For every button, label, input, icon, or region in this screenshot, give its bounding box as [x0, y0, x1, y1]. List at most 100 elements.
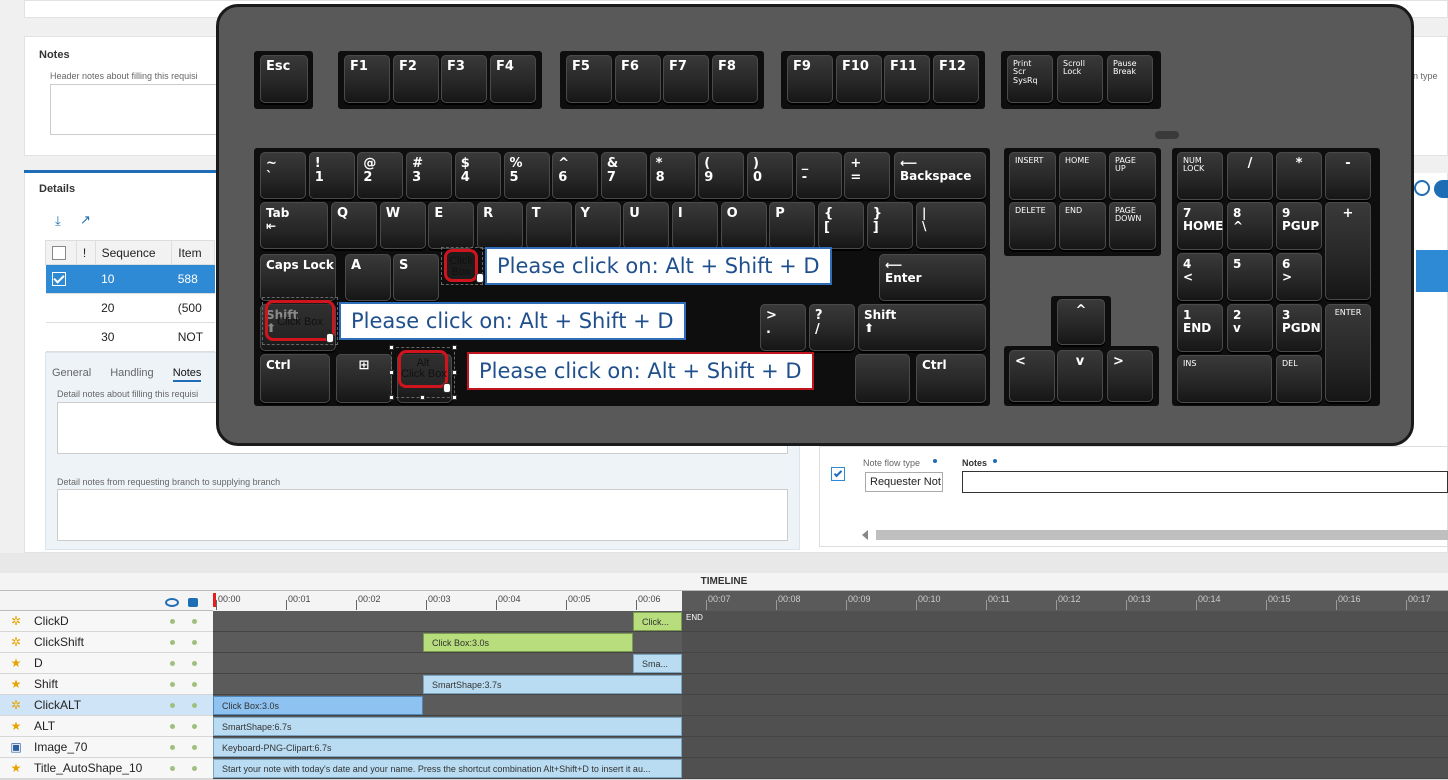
letter-key: U — [623, 202, 670, 249]
header-notes-textarea[interactable] — [50, 84, 220, 135]
selected-row-continuation — [1416, 250, 1448, 292]
eye-icon[interactable] — [165, 598, 179, 607]
layer-row-title_autoshape_10[interactable]: ★ Title_AutoShape_10 — [0, 758, 213, 779]
select-all-checkbox[interactable] — [52, 245, 66, 260]
ruler-tick-label: 00:06 — [638, 594, 661, 604]
caption-alt[interactable]: Please click on: Alt + Shift + D — [467, 352, 814, 390]
filter-icon[interactable] — [1414, 180, 1430, 196]
visibility-toggle[interactable] — [170, 766, 175, 771]
number-row-key: ) 0 — [747, 152, 793, 199]
export-icon[interactable]: ⤓ — [55, 214, 69, 228]
mouse-icon — [443, 383, 451, 393]
layer-name: D — [34, 656, 43, 670]
timeline-gap — [0, 553, 1448, 573]
lock-toggle[interactable] — [192, 682, 197, 687]
table-row[interactable]: 10 588 — [45, 264, 215, 294]
sequence-header[interactable]: Sequence — [94, 240, 173, 265]
detail-notes-branch-textarea[interactable] — [57, 489, 788, 541]
number-row-key: # 3 — [406, 152, 453, 199]
open-link-icon[interactable]: ↗ — [80, 213, 94, 227]
required-dot — [933, 459, 937, 463]
letter-key: I — [671, 202, 718, 249]
tab-notes[interactable]: Notes — [172, 367, 202, 382]
end-marker-label: END — [686, 613, 703, 622]
layer-row-clickshift[interactable]: ✲ ClickShift — [0, 632, 213, 653]
letter-key: P — [769, 202, 816, 249]
lock-toggle[interactable] — [192, 766, 197, 771]
numpad-del-key: DEL — [1276, 355, 1322, 403]
timeline-bar[interactable]: Start your note with today's date and yo… — [213, 759, 682, 778]
lock-toggle[interactable] — [192, 619, 197, 624]
click-box-d[interactable]: Click Box — [444, 249, 478, 282]
numpad-5-key: 5 — [1227, 253, 1273, 301]
timeline-bar[interactable]: Keyboard-PNG-Clipart:6.7s — [213, 738, 682, 757]
timeline-bar[interactable]: Click Box:3.0s — [423, 633, 633, 652]
number-row-key: $ 4 — [454, 152, 501, 199]
caption-d[interactable]: Please click on: Alt + Shift + D — [485, 247, 832, 285]
layer-row-clickd[interactable]: ✲ ClickD — [0, 611, 213, 632]
visibility-toggle[interactable] — [170, 724, 175, 729]
lock-toggle[interactable] — [192, 640, 197, 645]
f5-key: F5 — [566, 55, 612, 103]
captivate-stage: Notes Header notes about filling this re… — [0, 0, 1448, 780]
notes-field[interactable] — [962, 471, 1448, 493]
menu-key — [855, 354, 910, 403]
detail-notes-branch-hint: Detail notes from requesting branch to s… — [57, 477, 281, 487]
timeline-bar[interactable]: Sma... — [633, 654, 682, 673]
ruler-tick-label: 00:00 — [218, 594, 241, 604]
visibility-toggle[interactable] — [170, 640, 175, 645]
table-row[interactable]: 20 (500 — [45, 293, 215, 323]
layer-name: ALT — [34, 719, 56, 733]
caption-shift[interactable]: Please click on: Alt + Shift + D — [339, 302, 686, 340]
nav-key: END — [1059, 202, 1106, 250]
layer-row-shift[interactable]: ★ Shift — [0, 674, 213, 695]
numpad-7-key: 7 HOME — [1177, 202, 1223, 250]
layer-row-d[interactable]: ★ D — [0, 653, 213, 674]
ruler-tick — [1056, 600, 1057, 610]
notes-subgrid-row-checkbox[interactable] — [831, 467, 845, 481]
lock-toggle[interactable] — [192, 745, 197, 750]
lock-toggle[interactable] — [192, 661, 197, 666]
scroll-left-arrow[interactable] — [862, 530, 868, 540]
tab-handling[interactable]: Handling — [110, 367, 153, 379]
resize-handle — [389, 345, 394, 350]
visibility-toggle[interactable] — [170, 703, 175, 708]
layer-row-image_70[interactable]: ▣ Image_70 — [0, 737, 213, 758]
nav-key: PAGE UP — [1109, 152, 1156, 200]
visibility-toggle[interactable] — [170, 619, 175, 624]
click-box-alt[interactable]: Alt Click Box — [398, 350, 448, 388]
ruler-tick-label: 00:09 — [848, 594, 871, 604]
details-grid: ! Sequence Item 10 588 20 (500 30 NOT — [45, 240, 215, 352]
visibility-toggle[interactable] — [170, 682, 175, 687]
row-checkbox[interactable] — [51, 272, 66, 287]
layer-row-alt[interactable]: ★ ALT — [0, 716, 213, 737]
numpad-minus-key: - — [1325, 152, 1371, 200]
left-ctrl-key: Ctrl — [260, 354, 330, 403]
numpad-9-key: 9 PGUP — [1276, 202, 1322, 250]
horizontal-scrollbar[interactable] — [876, 530, 1448, 540]
select-all-header[interactable] — [45, 240, 77, 265]
sequence-cell: 20 — [95, 293, 172, 323]
timeline-bar[interactable]: Click Box:3.0s — [213, 696, 423, 715]
refresh-icon[interactable] — [1434, 180, 1448, 198]
s-key: S — [393, 254, 439, 301]
lock-icon[interactable] — [188, 598, 198, 607]
table-row[interactable]: 30 NOT — [45, 322, 215, 352]
lock-toggle[interactable] — [192, 724, 197, 729]
note-flow-type-field[interactable]: Requester Not — [865, 472, 943, 492]
click-box-shift[interactable]: Click Box — [265, 300, 335, 341]
item-header[interactable]: Item — [171, 240, 215, 265]
visibility-toggle[interactable] — [170, 661, 175, 666]
visibility-toggle[interactable] — [170, 745, 175, 750]
lock-toggle[interactable] — [192, 703, 197, 708]
tab-general[interactable]: General — [52, 367, 91, 379]
ruler-tick — [356, 600, 357, 610]
timeline-bar[interactable]: SmartShape:3.7s — [423, 675, 682, 694]
timeline-bar[interactable]: Click... — [633, 612, 682, 631]
f9-key: F9 — [787, 55, 833, 103]
sequence-cell: 30 — [95, 322, 172, 352]
layer-row-clickalt[interactable]: ✲ ClickALT — [0, 695, 213, 716]
timeline-bar[interactable]: SmartShape:6.7s — [213, 717, 682, 736]
scroll-lock-key: Scroll Lock — [1057, 55, 1103, 103]
playhead[interactable] — [213, 593, 216, 607]
